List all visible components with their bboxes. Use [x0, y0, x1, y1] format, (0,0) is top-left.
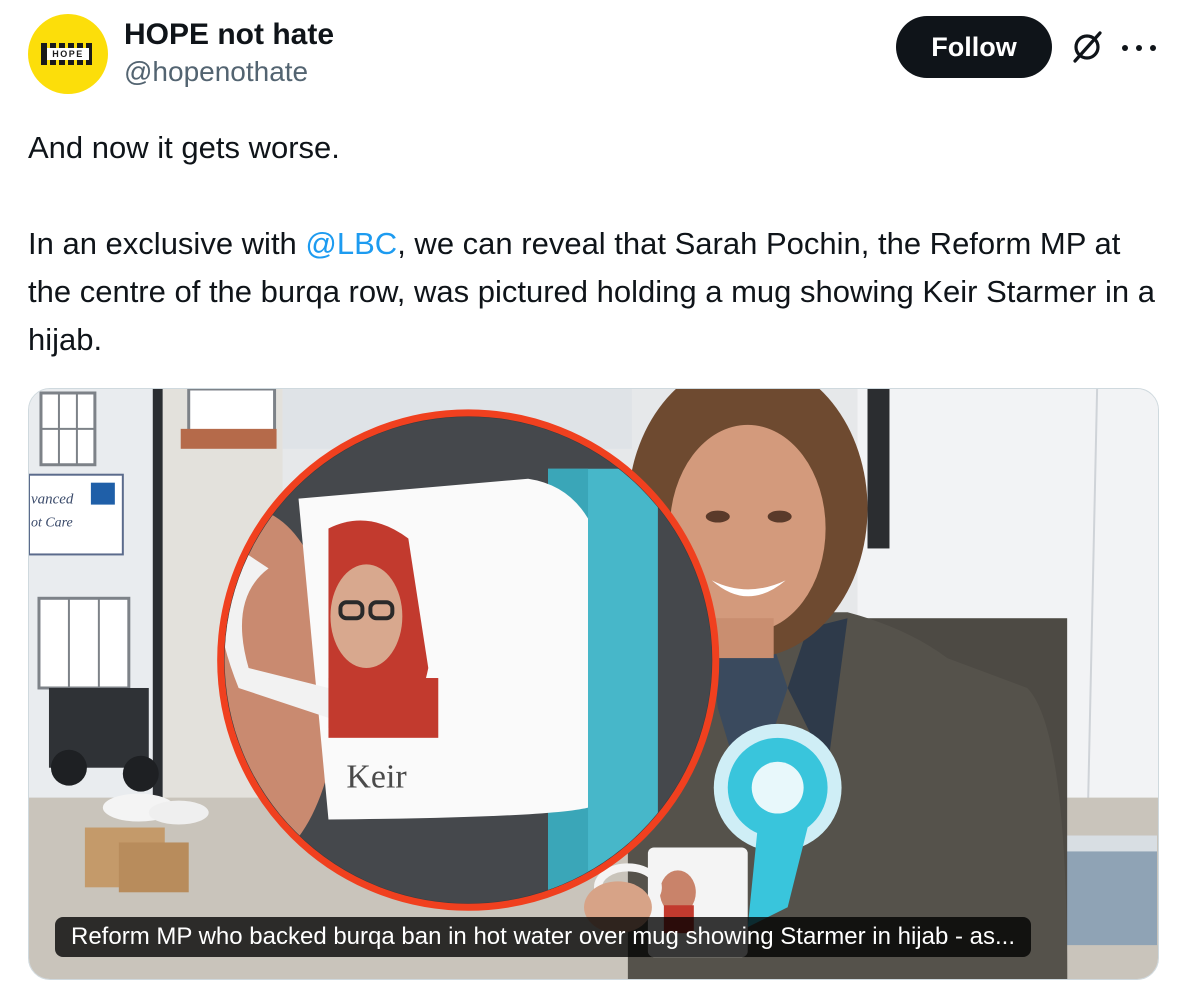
author-avatar[interactable]: HOPE [28, 14, 108, 94]
more-icon[interactable] [1122, 36, 1156, 60]
tweet-text-before-mention: In an exclusive with [28, 226, 306, 261]
tweet-media[interactable]: vanced ot Care Keir Reform MP who backed… [28, 388, 1159, 980]
tweet-paragraph-2: In an exclusive with @LBC, we can reveal… [28, 220, 1158, 364]
sign-text-1: vanced [31, 492, 74, 508]
follow-button[interactable]: Follow [896, 16, 1052, 78]
avatar-logo-text: HOPE [47, 48, 89, 60]
media-caption: Reform MP who backed burqa ban in hot wa… [71, 923, 1016, 950]
media-photo: vanced ot Care Keir [29, 389, 1158, 979]
mug-label: Keir [346, 759, 406, 796]
author-handle[interactable]: @hopenothate [124, 54, 334, 90]
tweet-header: HOPE HOPE not hate @hopenothate Follow [28, 14, 1158, 96]
tweet-text: And now it gets worse. In an exclusive w… [28, 124, 1158, 364]
media-caption-bar[interactable]: Reform MP who backed burqa ban in hot wa… [55, 917, 1032, 957]
grok-icon[interactable] [1070, 30, 1104, 64]
mention-link[interactable]: @LBC [305, 226, 397, 261]
sign-text-2: ot Care [31, 516, 73, 531]
author-names: HOPE not hate @hopenothate [124, 16, 334, 90]
author-display-name[interactable]: HOPE not hate [124, 16, 334, 54]
hope-not-hate-logo: HOPE [41, 43, 95, 65]
tweet-line-1: And now it gets worse. [28, 130, 340, 165]
